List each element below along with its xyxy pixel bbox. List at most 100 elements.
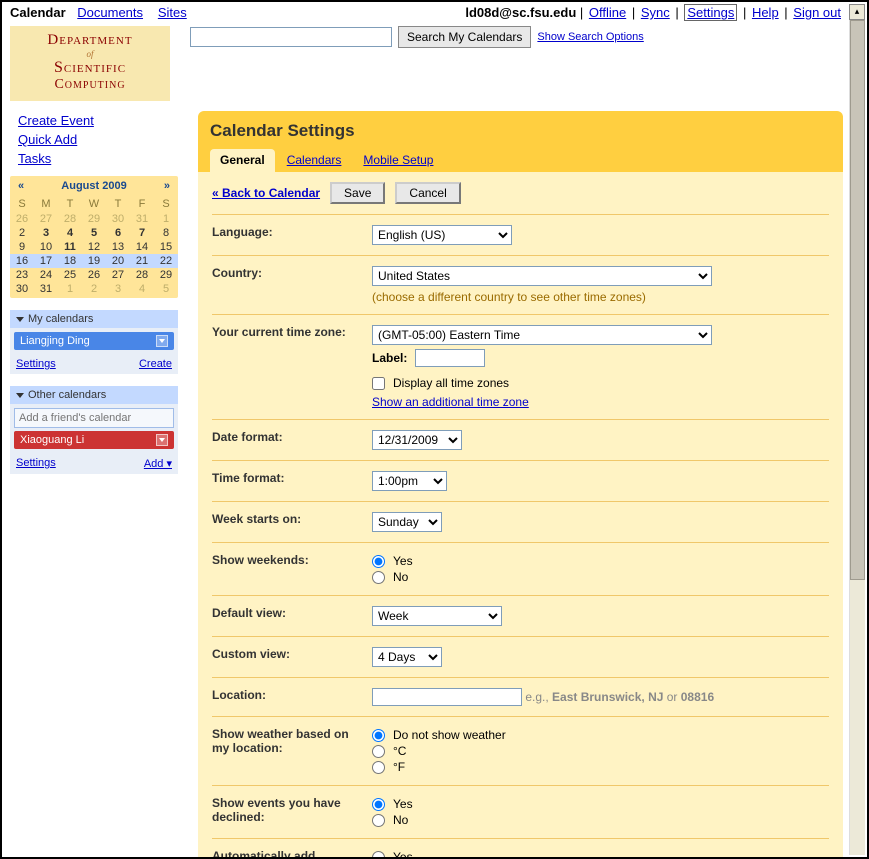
mini-calendar-day[interactable]: 19 — [82, 254, 106, 268]
mini-calendar-day[interactable]: 23 — [10, 268, 34, 282]
mycals-create-link[interactable]: Create — [139, 358, 172, 370]
mini-calendar-day[interactable]: 31 — [130, 212, 154, 226]
tasks-link[interactable]: Tasks — [18, 151, 178, 166]
weekends-yes-radio[interactable] — [372, 555, 385, 568]
mini-calendar-day[interactable]: 5 — [154, 282, 178, 296]
nav-help[interactable]: Help — [752, 5, 779, 20]
mini-calendar-day[interactable]: 11 — [58, 240, 82, 254]
cancel-button[interactable]: Cancel — [395, 182, 460, 204]
search-button[interactable]: Search My Calendars — [398, 26, 531, 48]
mini-calendar-day[interactable]: 5 — [82, 226, 106, 240]
tab-calendars[interactable]: Calendars — [277, 149, 352, 172]
create-event-link[interactable]: Create Event — [18, 113, 178, 128]
next-month-button[interactable]: » — [164, 180, 170, 192]
mini-calendar-day[interactable]: 14 — [130, 240, 154, 254]
othercals-add-link[interactable]: Add ▾ — [144, 457, 172, 470]
tab-general[interactable]: General — [210, 149, 275, 172]
location-label: Location: — [212, 688, 372, 706]
nav-signout[interactable]: Sign out — [793, 5, 841, 20]
mini-calendar-day[interactable]: 17 — [34, 254, 58, 268]
nav-offline[interactable]: Offline — [589, 5, 626, 20]
my-calendars-header[interactable]: My calendars — [10, 310, 178, 328]
datefmt-select[interactable]: 12/31/2009 — [372, 430, 462, 450]
autoinv-yes-radio[interactable] — [372, 851, 385, 858]
mini-calendar-day[interactable]: 27 — [106, 268, 130, 282]
mini-calendar-day[interactable]: 1 — [154, 212, 178, 226]
mini-calendar-day[interactable]: 15 — [154, 240, 178, 254]
mini-calendar-day[interactable]: 21 — [130, 254, 154, 268]
mini-calendar-day[interactable]: 26 — [82, 268, 106, 282]
mini-calendar-day[interactable]: 7 — [130, 226, 154, 240]
scroll-up-icon[interactable]: ▴ — [849, 4, 865, 20]
mini-calendar-day[interactable]: 29 — [82, 212, 106, 226]
mini-calendar-day[interactable]: 30 — [106, 212, 130, 226]
mini-calendar-day[interactable]: 12 — [82, 240, 106, 254]
mini-calendar-day[interactable]: 9 — [10, 240, 34, 254]
mini-calendar-day[interactable]: 2 — [10, 226, 34, 240]
language-select[interactable]: English (US) — [372, 225, 512, 245]
tab-mobile[interactable]: Mobile Setup — [353, 149, 443, 172]
mini-calendar-day[interactable]: 4 — [58, 226, 82, 240]
mini-calendar-day[interactable]: 2 — [82, 282, 106, 296]
search-input[interactable] — [190, 27, 392, 47]
scrollbar[interactable] — [849, 20, 865, 855]
mini-calendar-day[interactable]: 22 — [154, 254, 178, 268]
calendar-item[interactable]: Liangjing Ding — [14, 332, 174, 350]
quick-add-link[interactable]: Quick Add — [18, 132, 178, 147]
mini-calendar-day[interactable]: 26 — [10, 212, 34, 226]
add-friend-input[interactable] — [14, 408, 174, 428]
custview-select[interactable]: 4 Days — [372, 647, 442, 667]
country-select[interactable]: United States — [372, 266, 712, 286]
mini-calendar-day[interactable]: 16 — [10, 254, 34, 268]
calendar-item[interactable]: Xiaoguang Li — [14, 431, 174, 449]
nav-settings[interactable]: Settings — [684, 4, 737, 21]
weather-none-radio[interactable] — [372, 729, 385, 742]
search-options-link[interactable]: Show Search Options — [537, 31, 643, 43]
mini-calendar-day[interactable]: 1 — [58, 282, 82, 296]
org-logo: Department of Scientific Computing — [10, 26, 170, 101]
mini-calendar-day[interactable]: 4 — [130, 282, 154, 296]
mini-calendar-day[interactable]: 27 — [34, 212, 58, 226]
mini-calendar-grid[interactable]: SMTWTFS262728293031123456789101112131415… — [10, 196, 178, 296]
mini-calendar-day[interactable]: 30 — [10, 282, 34, 296]
tz-label-input[interactable] — [415, 349, 485, 367]
calendar-item-menu-icon[interactable] — [156, 434, 168, 446]
mini-calendar-day[interactable]: 3 — [34, 226, 58, 240]
mini-calendar-day[interactable]: 31 — [34, 282, 58, 296]
defview-select[interactable]: Week — [372, 606, 502, 626]
additional-tz-link[interactable]: Show an additional time zone — [372, 395, 529, 409]
mini-calendar-day[interactable]: 10 — [34, 240, 58, 254]
mini-calendar-day[interactable]: 13 — [106, 240, 130, 254]
mini-calendar-day[interactable]: 6 — [106, 226, 130, 240]
declined-no-radio[interactable] — [372, 814, 385, 827]
back-to-calendar-link[interactable]: « Back to Calendar — [212, 186, 320, 200]
display-all-tz-checkbox[interactable] — [372, 377, 385, 390]
save-button[interactable]: Save — [330, 182, 385, 204]
nav-sync[interactable]: Sync — [641, 5, 670, 20]
mini-calendar-day[interactable]: 25 — [58, 268, 82, 282]
prev-month-button[interactable]: « — [18, 180, 24, 192]
weekends-no-radio[interactable] — [372, 571, 385, 584]
location-input[interactable] — [372, 688, 522, 706]
declined-yes-radio[interactable] — [372, 798, 385, 811]
mini-calendar-day[interactable]: 29 — [154, 268, 178, 282]
mini-calendar-day[interactable]: 28 — [58, 212, 82, 226]
weekstart-select[interactable]: Sunday — [372, 512, 442, 532]
calendar-item-menu-icon[interactable] — [156, 335, 168, 347]
country-hint: (choose a different country to see other… — [372, 290, 829, 304]
mini-calendar-day[interactable]: 24 — [34, 268, 58, 282]
weather-f-radio[interactable] — [372, 761, 385, 774]
mini-calendar-day[interactable]: 18 — [58, 254, 82, 268]
nav-sites[interactable]: Sites — [158, 5, 187, 20]
mini-calendar-day[interactable]: 3 — [106, 282, 130, 296]
nav-documents[interactable]: Documents — [77, 5, 143, 20]
othercals-settings-link[interactable]: Settings — [16, 457, 56, 470]
mini-calendar-day[interactable]: 28 — [130, 268, 154, 282]
mini-calendar-day[interactable]: 20 — [106, 254, 130, 268]
other-calendars-header[interactable]: Other calendars — [10, 386, 178, 404]
timezone-select[interactable]: (GMT-05:00) Eastern Time — [372, 325, 712, 345]
mycals-settings-link[interactable]: Settings — [16, 358, 56, 370]
mini-calendar-day[interactable]: 8 — [154, 226, 178, 240]
weather-c-radio[interactable] — [372, 745, 385, 758]
timefmt-select[interactable]: 1:00pm — [372, 471, 447, 491]
